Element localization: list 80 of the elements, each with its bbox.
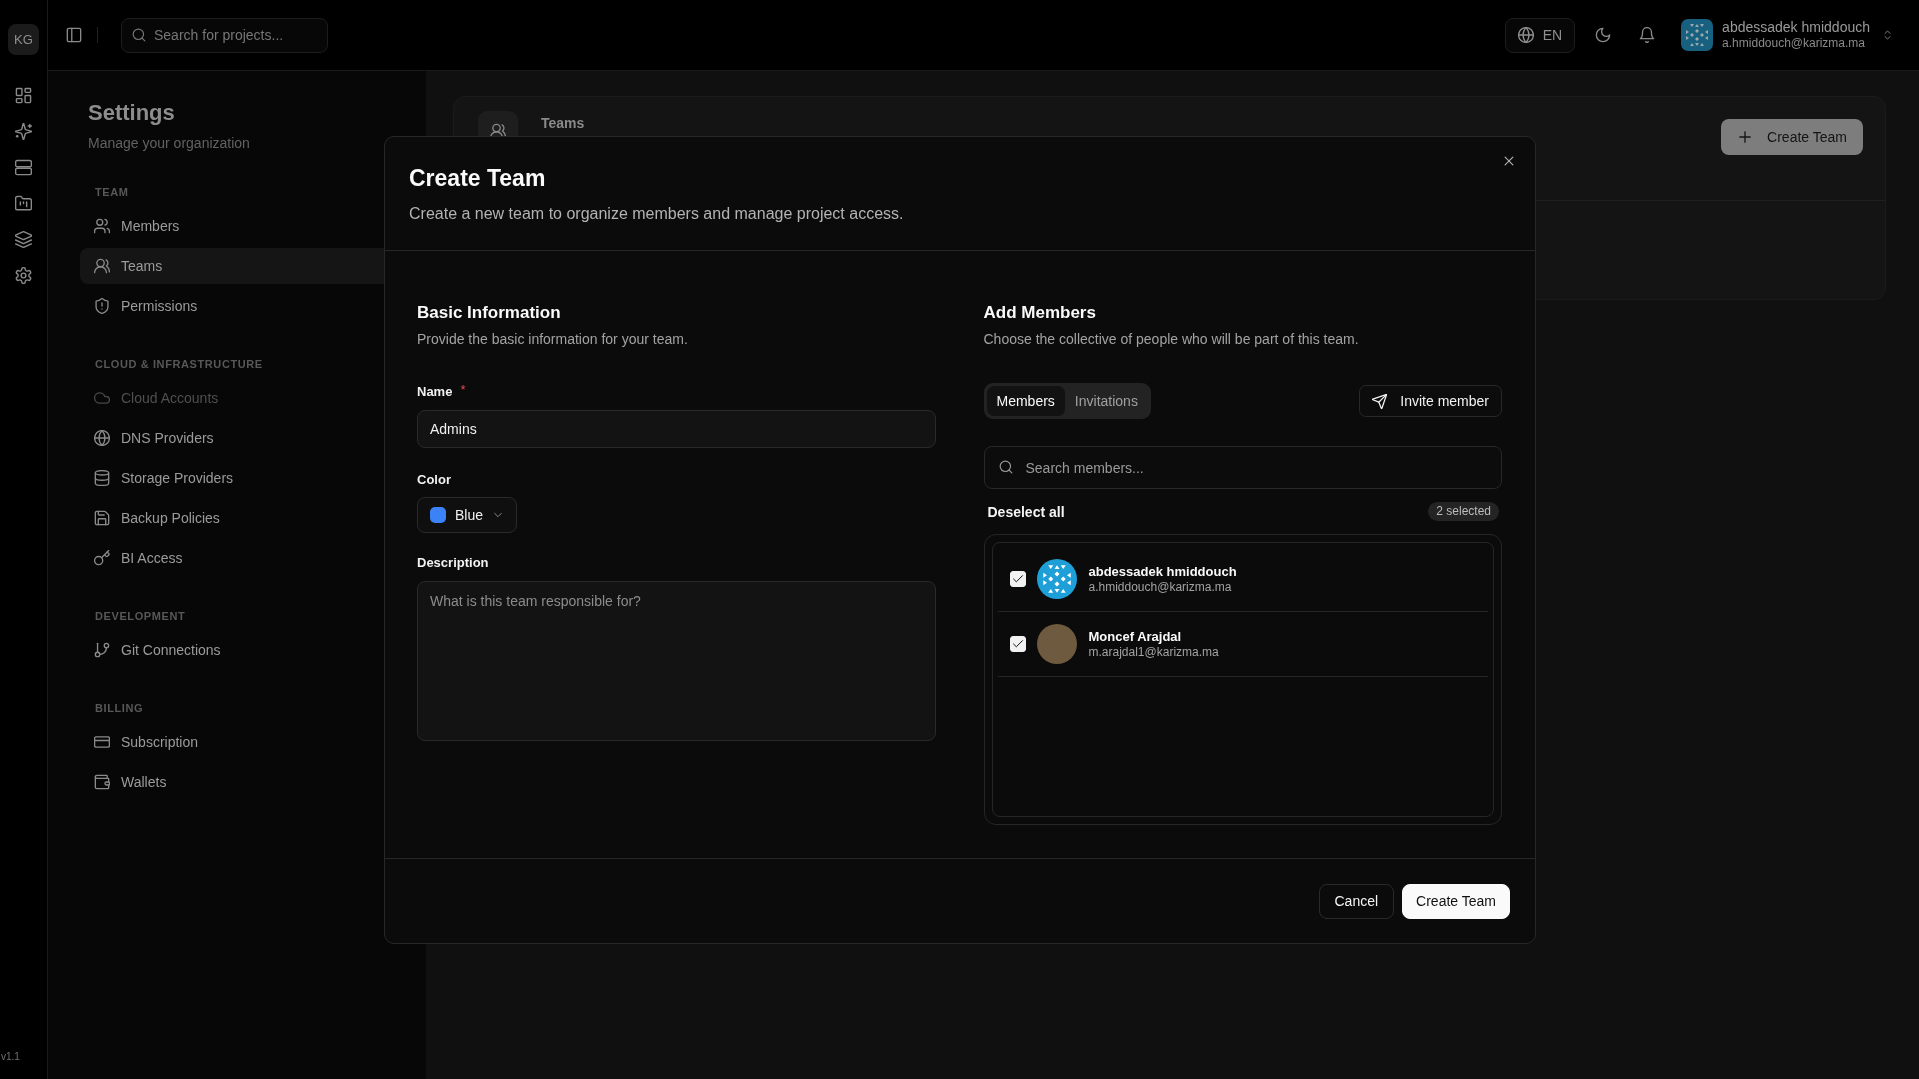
- database-icon: [94, 470, 110, 486]
- member-email: m.arajdal1@karizma.ma: [1088, 645, 1219, 660]
- deselect-all-button[interactable]: Deselect all: [983, 503, 1065, 520]
- dialog-title: Create Team: [409, 164, 547, 192]
- cloud-icon: [94, 390, 110, 406]
- wallet-icon: [94, 774, 110, 790]
- field-label: Description: [417, 555, 489, 571]
- users-icon: [94, 218, 110, 234]
- search-field[interactable]: Search members...: [983, 446, 1502, 489]
- language-button[interactable]: EN: [1504, 17, 1576, 53]
- member-name: abdessadek hmiddouch: [1088, 563, 1237, 580]
- panel-left-icon[interactable]: [66, 27, 82, 43]
- required-mark: *: [460, 384, 466, 396]
- nav-item[interactable]: Members: [80, 208, 410, 244]
- cancel-button[interactable]: Cancel: [1318, 883, 1395, 919]
- invite-member-button[interactable]: Invite member: [1359, 385, 1502, 417]
- tab[interactable]: Invitations: [1064, 386, 1148, 416]
- grid-icon[interactable]: [15, 86, 32, 104]
- color-select[interactable]: Blue: [417, 497, 518, 533]
- user-avatar: [1681, 19, 1714, 51]
- user-name: abdessadek hmiddouch: [1722, 19, 1870, 36]
- field-label: Name: [417, 384, 453, 400]
- users-icon: [94, 258, 110, 274]
- user-email: a.hmiddouch@karizma.ma: [1722, 36, 1866, 51]
- settings-icon[interactable]: [15, 266, 32, 284]
- check-icon: [1011, 573, 1024, 585]
- page-title: Teams: [541, 114, 585, 132]
- version-label: v1.1: [0, 1051, 20, 1064]
- plus-icon: [1737, 129, 1754, 145]
- layers-icon[interactable]: [15, 230, 32, 248]
- org-avatar[interactable]: KG: [8, 24, 39, 55]
- selected-count-badge: 2 selected: [1428, 502, 1499, 521]
- create-team-button[interactable]: Create Team: [1402, 883, 1510, 919]
- search-icon: [132, 27, 146, 42]
- section-heading: BILLING: [94, 701, 145, 716]
- dialog-subtitle: Create a new team to organize members and manage project access.: [409, 204, 905, 224]
- tab[interactable]: Members: [986, 386, 1065, 416]
- settings-subtitle: Manage your organization: [88, 134, 251, 152]
- shield-icon: [94, 298, 110, 314]
- nav-item[interactable]: DNS Providers: [80, 420, 410, 456]
- bell-icon[interactable]: [1639, 27, 1656, 43]
- globe-icon: [1517, 27, 1534, 43]
- nav-item[interactable]: Subscription: [80, 724, 410, 760]
- nav-item[interactable]: Permissions: [80, 288, 410, 324]
- checkbox[interactable]: [1009, 571, 1026, 587]
- create-team-button[interactable]: Create Team: [1721, 119, 1863, 155]
- section-description: Choose the collective of people who will be part of this team.: [983, 330, 1359, 348]
- section-title: Basic Information: [417, 302, 561, 324]
- avatar-placeholder: [1036, 624, 1077, 664]
- search-field[interactable]: Search for projects...: [121, 17, 328, 53]
- sparkles-icon[interactable]: [15, 122, 32, 140]
- name-input[interactable]: Admins: [417, 410, 936, 448]
- section-title: Add Members: [983, 302, 1096, 324]
- key-icon: [94, 550, 110, 566]
- settings-title: Settings: [88, 99, 176, 127]
- nav-item[interactable]: Wallets: [80, 764, 410, 800]
- nav-item[interactable]: BI Access: [80, 540, 410, 576]
- globe-icon: [94, 430, 110, 446]
- search-icon: [998, 460, 1013, 474]
- section-description: Provide the basic information for your team.: [417, 330, 688, 348]
- nav-item[interactable]: Storage Providers: [80, 460, 410, 496]
- member-name: Moncef Arajdal: [1088, 628, 1183, 645]
- check-icon: [1011, 638, 1024, 650]
- git-branch-icon: [94, 642, 110, 658]
- description-textarea[interactable]: What is this team responsible for?: [417, 581, 936, 741]
- send-icon: [1372, 393, 1388, 409]
- section-heading: CLOUD & INFRASTRUCTURE: [94, 357, 264, 372]
- section-heading: TEAM: [94, 185, 130, 200]
- field-label: Color: [417, 472, 451, 488]
- member-avatar: [1036, 559, 1077, 599]
- server-icon[interactable]: [15, 158, 32, 176]
- moon-icon[interactable]: [1595, 27, 1612, 43]
- nav-item[interactable]: Backup Policies: [80, 500, 410, 536]
- checkbox[interactable]: [1009, 636, 1026, 652]
- member-email: a.hmiddouch@karizma.ma: [1088, 580, 1233, 595]
- section-heading: DEVELOPMENT: [94, 609, 187, 624]
- close-icon[interactable]: [1502, 154, 1516, 168]
- credit-card-icon: [94, 734, 110, 750]
- nav-item[interactable]: Git Connections: [80, 632, 410, 668]
- folder-icon[interactable]: [15, 194, 32, 212]
